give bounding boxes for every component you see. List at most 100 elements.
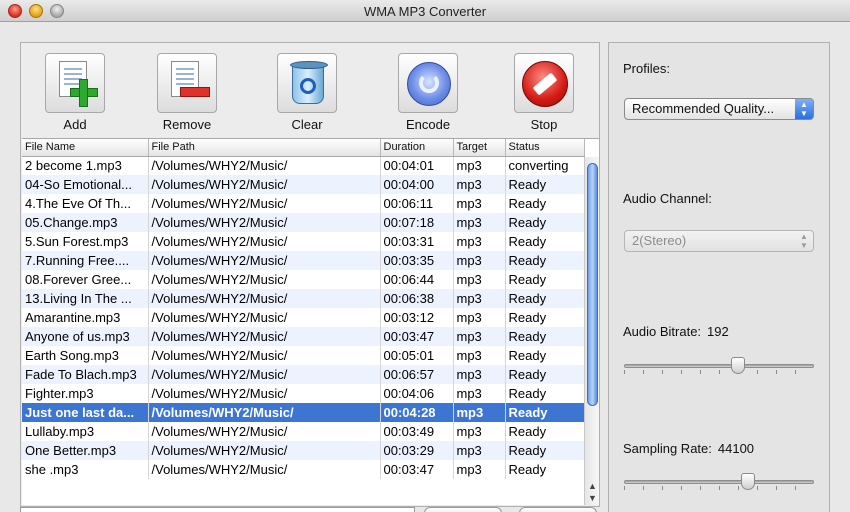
file-name-cell: 04-So Emotional... [22, 175, 149, 194]
profiles-select[interactable]: Recommended Quality... ▲ ▼ [624, 98, 814, 120]
table-row[interactable]: Amarantine.mp3/Volumes/WHY2/Music/00:03:… [22, 308, 585, 327]
settings-panel: Profiles: Recommended Quality... ▲ ▼ Audi… [608, 42, 830, 512]
audio-bitrate-slider[interactable] [624, 357, 814, 377]
table-row[interactable]: Lullaby.mp3/Volumes/WHY2/Music/00:03:49 m… [22, 422, 585, 441]
target-cell: mp3 [453, 460, 506, 479]
column-header-file-name[interactable]: File Name [22, 139, 149, 157]
target-cell: mp3 [453, 270, 506, 289]
clear-button[interactable]: Clear [272, 53, 342, 132]
window-title: WMA MP3 Converter [363, 4, 487, 19]
browse-button[interactable] [424, 507, 502, 512]
duration-cell: 00:06:57 [380, 365, 454, 384]
target-cell: mp3 [453, 175, 506, 194]
duration-cell: 00:05:01 [380, 346, 454, 365]
file-name-cell: Fighter.mp3 [22, 384, 149, 403]
file-path-cell: /Volumes/WHY2/Music/ [148, 194, 381, 213]
status-cell: Ready [505, 232, 585, 251]
profiles-label: Profiles: [623, 61, 670, 76]
table-row[interactable]: Fighter.mp3/Volumes/WHY2/Music/00:04:06 m… [22, 384, 585, 403]
status-cell: Ready [505, 289, 585, 308]
scroll-down-arrow-icon[interactable]: ▼ [587, 492, 598, 504]
file-path-cell: /Volumes/WHY2/Music/ [148, 175, 381, 194]
output-folder-field[interactable] [20, 507, 415, 512]
table-row[interactable]: Anyone of us.mp3/Volumes/WHY2/Music/00:0… [22, 327, 585, 346]
status-cell: Ready [505, 422, 585, 441]
slider-track [624, 364, 814, 368]
audio-channel-label: Audio Channel: [623, 191, 712, 206]
add-button[interactable]: Add [40, 53, 110, 132]
file-path-cell: /Volumes/WHY2/Music/ [148, 156, 381, 175]
table-row[interactable]: 13.Living In The .../Volumes/WHY2/Music/… [22, 289, 585, 308]
file-name-cell: 05.Change.mp3 [22, 213, 149, 232]
duration-cell: 00:03:47 [380, 327, 454, 346]
target-cell: mp3 [453, 327, 506, 346]
file-name-cell: 08.Forever Gree... [22, 270, 149, 289]
file-name-cell: 13.Living In The ... [22, 289, 149, 308]
status-cell: Ready [505, 365, 585, 384]
slider-ticks [624, 370, 814, 374]
table-row[interactable]: One Better.mp3/Volumes/WHY2/Music/00:03:… [22, 441, 585, 460]
duration-cell: 00:04:28 [380, 403, 454, 422]
clear-label: Clear [291, 117, 323, 132]
table-row[interactable]: 05.Change.mp3/Volumes/WHY2/Music/00:07:1… [22, 213, 585, 232]
sampling-rate-label-text: Sampling Rate: [623, 441, 712, 456]
file-path-cell: /Volumes/WHY2/Music/ [148, 270, 381, 289]
table-row[interactable]: 4.The Eve Of Th.../Volumes/WHY2/Music/00… [22, 194, 585, 213]
file-path-cell: /Volumes/WHY2/Music/ [148, 384, 381, 403]
file-path-cell: /Volumes/WHY2/Music/ [148, 422, 381, 441]
status-cell: Ready [505, 270, 585, 289]
status-cell: Ready [505, 346, 585, 365]
target-cell: mp3 [453, 441, 506, 460]
column-header-duration[interactable]: Duration [380, 139, 454, 157]
column-header-target[interactable]: Target [453, 139, 506, 157]
table-row[interactable]: 04-So Emotional.../Volumes/WHY2/Music/00… [22, 175, 585, 194]
scroll-up-arrow-icon[interactable]: ▲ [587, 480, 598, 492]
slider-ticks [624, 486, 814, 490]
open-button[interactable] [519, 507, 597, 512]
file-name-cell: she .mp3 [22, 460, 149, 479]
stop-button[interactable]: Stop [509, 53, 579, 132]
slider-thumb[interactable] [740, 473, 755, 490]
table-row[interactable]: 08.Forever Gree.../Volumes/WHY2/Music/00… [22, 270, 585, 289]
vertical-scrollbar[interactable]: ▲ ▼ [584, 157, 599, 505]
file-path-cell: /Volumes/WHY2/Music/ [148, 289, 381, 308]
remove-label: Remove [162, 117, 212, 132]
add-file-icon [45, 53, 105, 113]
duration-cell: 00:03:31 [380, 232, 454, 251]
table-row[interactable]: she .mp3/Volumes/WHY2/Music/00:03:47 mp3 R… [22, 460, 585, 479]
status-cell: Ready [505, 251, 585, 270]
slider-thumb[interactable] [731, 357, 745, 374]
trash-icon [277, 53, 337, 113]
toolbar: Add Remove Clear Encode Stop [21, 43, 599, 137]
status-cell: Ready [505, 327, 585, 346]
file-name-cell: Amarantine.mp3 [22, 308, 149, 327]
target-cell: mp3 [453, 422, 506, 441]
column-header-status[interactable]: Status [505, 139, 585, 157]
file-path-cell: /Volumes/WHY2/Music/ [148, 213, 381, 232]
file-name-cell: 2 become 1.mp3 [22, 156, 149, 175]
remove-button[interactable]: Remove [152, 53, 222, 132]
remove-file-icon [157, 53, 217, 113]
table-row[interactable]: 7.Running Free..../Volumes/WHY2/Music/00… [22, 251, 585, 270]
table-row[interactable]: Earth Song.mp3/Volumes/WHY2/Music/00:05:… [22, 346, 585, 365]
column-header-file-path[interactable]: File Path [148, 139, 381, 157]
duration-cell: 00:03:49 [380, 422, 454, 441]
duration-cell: 00:06:11 [380, 194, 454, 213]
table-row[interactable]: 2 become 1.mp3/Volumes/WHY2/Music/00:04:… [22, 156, 585, 175]
encode-disc-icon [398, 53, 458, 113]
file-name-cell: 5.Sun Forest.mp3 [22, 232, 149, 251]
sampling-rate-slider[interactable] [624, 473, 814, 493]
table-row[interactable]: 5.Sun Forest.mp3/Volumes/WHY2/Music/00:0… [22, 232, 585, 251]
target-cell: mp3 [453, 156, 506, 175]
duration-cell: 00:03:47 [380, 460, 454, 479]
file-path-cell: /Volumes/WHY2/Music/ [148, 403, 381, 422]
table-row[interactable]: Just one last da.../Volumes/WHY2/Music/0… [22, 403, 585, 422]
scroll-thumb[interactable] [587, 163, 598, 406]
audio-channel-select[interactable]: 2(Stereo) ▲ ▼ [624, 230, 814, 252]
file-name-cell: One Better.mp3 [22, 441, 149, 460]
table-row[interactable]: Fade To Blach.mp3/Volumes/WHY2/Music/00:… [22, 365, 585, 384]
sampling-rate-label: Sampling Rate: 44100 [623, 441, 754, 456]
encode-button[interactable]: Encode [393, 53, 463, 132]
duration-cell: 00:03:35 [380, 251, 454, 270]
add-label: Add [63, 117, 87, 132]
